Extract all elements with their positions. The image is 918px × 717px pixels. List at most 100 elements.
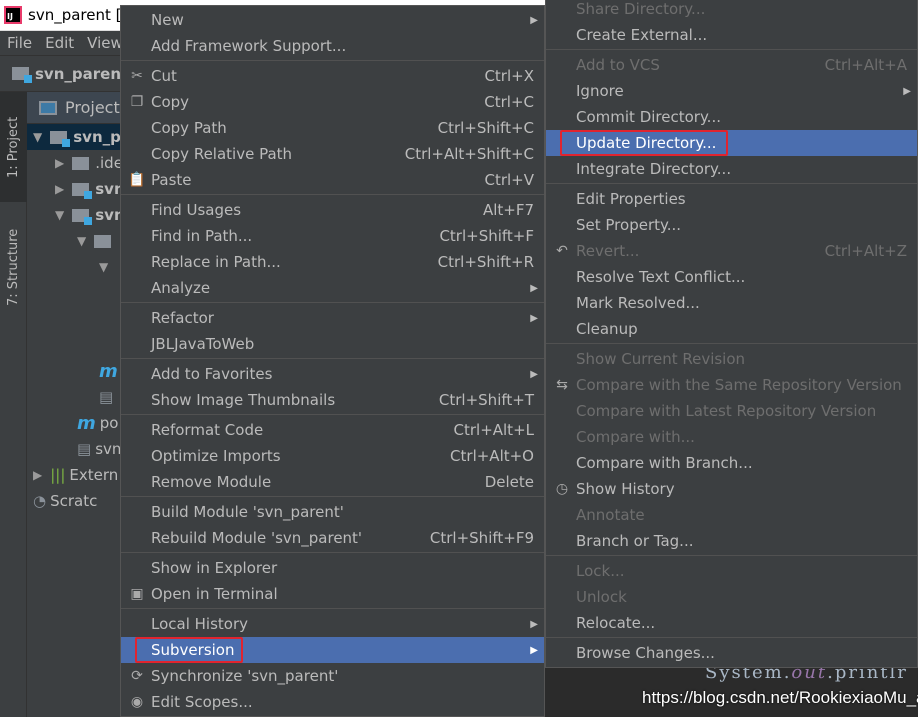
menu-item-add-to-favorites[interactable]: Add to Favorites ▶	[121, 361, 544, 387]
expand-arrow-icon[interactable]: ▼	[99, 260, 108, 274]
menu-item-rebuild-module-svn-parent[interactable]: Rebuild Module 'svn_parent' Ctrl+Shift+F9	[121, 525, 544, 551]
menu-item-branch-or-tag[interactable]: Branch or Tag...	[546, 528, 917, 554]
menu-item-replace-in-path[interactable]: Replace in Path... Ctrl+Shift+R	[121, 249, 544, 275]
menu-item-label: Find Usages	[151, 201, 242, 219]
expand-arrow-icon[interactable]: ▼	[55, 208, 64, 222]
menu-item-lock: Lock...	[546, 558, 917, 584]
cut-icon: ✂	[131, 68, 143, 84]
menu-item-ignore[interactable]: Ignore ▶	[546, 78, 917, 104]
menu-item-mark-resolved[interactable]: Mark Resolved...	[546, 290, 917, 316]
tree-node-label: .ide	[95, 154, 123, 172]
menu-item-analyze[interactable]: Analyze ▶	[121, 275, 544, 301]
submenu-arrow-icon: ▶	[530, 312, 538, 324]
menu-item-label: Replace in Path...	[151, 253, 281, 271]
menu-item-relocate[interactable]: Relocate...	[546, 610, 917, 636]
expand-arrow-icon[interactable]: ▶	[55, 182, 64, 196]
shortcut: Ctrl+Alt+L	[453, 421, 535, 439]
menu-item-label: Remove Module	[151, 473, 272, 491]
paste-icon: 📋	[128, 172, 146, 188]
menu-item-new[interactable]: New ▶	[121, 7, 544, 33]
project-panel-header[interactable]: Project	[27, 92, 122, 124]
menu-item-integrate-directory[interactable]: Integrate Directory...	[546, 156, 917, 182]
menu-item-optimize-imports[interactable]: Optimize Imports Ctrl+Alt+O	[121, 443, 544, 469]
menu-item-set-property[interactable]: Set Property...	[546, 212, 917, 238]
menu-item-label: Show History	[576, 480, 675, 498]
tree-node[interactable]: ▤ svn	[77, 436, 121, 462]
menu-item-build-module-svn-parent[interactable]: Build Module 'svn_parent'	[121, 499, 544, 525]
menu-item-edit-scopes[interactable]: ◉ Edit Scopes...	[121, 689, 544, 715]
menu-item-find-usages[interactable]: Find Usages Alt+F7	[121, 197, 544, 223]
tree-node[interactable]: ▼ svn	[55, 202, 125, 228]
menu-item-label: Rebuild Module 'svn_parent'	[151, 529, 363, 547]
menu-view[interactable]: View	[87, 34, 123, 52]
tree-node[interactable]: ▶ .ide	[55, 150, 123, 176]
history-icon: ◷	[555, 481, 569, 497]
structure-tool-tab[interactable]: 7: Structure	[0, 212, 27, 322]
menu-item-refactor[interactable]: Refactor ▶	[121, 305, 544, 331]
module-folder-icon	[72, 208, 93, 225]
menu-item-copy-relative-path[interactable]: Copy Relative Path Ctrl+Alt+Shift+C	[121, 141, 544, 167]
menu-item-compare-with-branch[interactable]: Compare with Branch...	[546, 450, 917, 476]
tree-node[interactable]: ▼ svn_p	[27, 124, 122, 150]
menu-item-add-to-vcs: Add to VCS Ctrl+Alt+A	[546, 52, 917, 78]
submenu-arrow-icon: ▶	[530, 618, 538, 630]
menu-item-show-history[interactable]: ◷ Show History	[546, 476, 917, 502]
context-menu: New ▶ Add Framework Support... ✂ Cut Ctrl+X ❐ C…	[120, 5, 545, 717]
menu-item-remove-module[interactable]: Remove Module Delete	[121, 469, 544, 495]
menu-item-update-directory[interactable]: Update Directory...	[546, 130, 917, 156]
menu-item-cut[interactable]: ✂ Cut Ctrl+X	[121, 63, 544, 89]
tree-node[interactable]: ▼	[77, 228, 117, 254]
menu-item-commit-directory[interactable]: Commit Directory...	[546, 104, 917, 130]
menu-item-subversion[interactable]: Subversion ▶	[121, 637, 544, 663]
menu-item-label: Copy Relative Path	[151, 145, 293, 163]
expand-arrow-icon[interactable]: ▼	[77, 234, 86, 248]
menu-item-show-image-thumbnails[interactable]: Show Image Thumbnails Ctrl+Shift+T	[121, 387, 544, 413]
expand-arrow-icon[interactable]: ▶	[55, 156, 64, 170]
menu-item-find-in-path[interactable]: Find in Path... Ctrl+Shift+F	[121, 223, 544, 249]
menu-item-copy-path[interactable]: Copy Path Ctrl+Shift+C	[121, 115, 544, 141]
shortcut: Ctrl+Alt+O	[450, 447, 534, 465]
project-tool-tab[interactable]: 1: Project	[0, 92, 27, 202]
tree-node[interactable]: m	[99, 358, 122, 384]
shortcut: Ctrl+Shift+R	[437, 253, 534, 271]
menu-item-jbljavatoweb[interactable]: JBLJavaToWeb	[121, 331, 544, 357]
menu-item-paste[interactable]: 📋 Paste Ctrl+V	[121, 167, 544, 193]
menu-item-local-history[interactable]: Local History ▶	[121, 611, 544, 637]
menu-item-edit-properties[interactable]: Edit Properties	[546, 186, 917, 212]
menu-item-create-external[interactable]: Create External...	[546, 22, 917, 48]
menu-item-label: Add to Favorites	[151, 365, 273, 383]
menu-item-revert: ↶ Revert... Ctrl+Alt+Z	[546, 238, 917, 264]
menu-item-cleanup[interactable]: Cleanup	[546, 316, 917, 342]
menu-item-label: Add to VCS	[576, 56, 660, 74]
menu-item-show-in-explorer[interactable]: Show in Explorer	[121, 555, 544, 581]
tree-node[interactable]: ▼	[99, 254, 116, 280]
project-panel-title: Project	[65, 98, 120, 117]
shortcut: Ctrl+Alt+Shift+C	[404, 145, 534, 163]
shortcut: Ctrl+Shift+F9	[429, 529, 534, 547]
project-view-icon	[39, 100, 57, 115]
expand-arrow-icon[interactable]: ▼	[33, 130, 42, 144]
menu-item-show-current-revision: Show Current Revision	[546, 346, 917, 372]
menu-file[interactable]: File	[7, 34, 32, 52]
tree-node[interactable]: ▤	[99, 384, 117, 410]
shortcut: Ctrl+X	[484, 67, 534, 85]
menu-item-label: Local History	[151, 615, 249, 633]
tree-node[interactable]: ▶ svn	[55, 176, 125, 202]
menu-item-reformat-code[interactable]: Reformat Code Ctrl+Alt+L	[121, 417, 544, 443]
tree-node-label: svn	[95, 440, 122, 458]
menu-edit[interactable]: Edit	[45, 34, 74, 52]
menu-item-label: Synchronize 'svn_parent'	[151, 667, 339, 685]
tree-node[interactable]: ◔ Scratc	[33, 488, 97, 514]
tree-node[interactable]: ▶ ||| Extern	[33, 462, 118, 488]
tree-node-label: Scratc	[50, 492, 98, 510]
scratch-icon: ◔	[33, 492, 47, 510]
nav-project[interactable]: svn_parent	[35, 65, 128, 83]
menu-item-add-framework-support[interactable]: Add Framework Support...	[121, 33, 544, 59]
menu-item-resolve-text-conflict[interactable]: Resolve Text Conflict...	[546, 264, 917, 290]
menu-item-open-in-terminal[interactable]: ▣ Open in Terminal	[121, 581, 544, 607]
menu-item-synchronize-svn-parent[interactable]: ⟳ Synchronize 'svn_parent'	[121, 663, 544, 689]
menu-item-browse-changes[interactable]: Browse Changes...	[546, 640, 917, 666]
tree-node[interactable]: m po	[77, 410, 118, 436]
menu-item-copy[interactable]: ❐ Copy Ctrl+C	[121, 89, 544, 115]
expand-arrow-icon[interactable]: ▶	[33, 468, 42, 482]
